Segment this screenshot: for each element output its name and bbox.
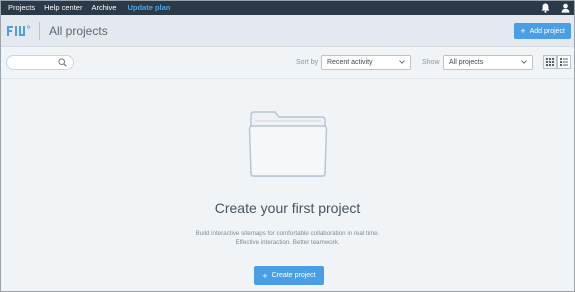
sort-select-value: Recent activity	[327, 59, 373, 66]
show-select-value: All projects	[449, 59, 484, 66]
plus-icon: +	[520, 26, 526, 36]
show-select[interactable]: All projects	[443, 55, 533, 70]
nav-right-group	[535, 0, 575, 15]
list-view-button[interactable]	[557, 55, 571, 69]
user-icon[interactable]	[555, 0, 575, 15]
top-nav: Projects Help center Archive Update plan	[0, 0, 575, 15]
nav-item-archive[interactable]: Archive	[91, 0, 116, 15]
nav-item-projects[interactable]: Projects	[8, 0, 35, 15]
empty-state-description: Build interactive sitemaps for comfortab…	[0, 229, 575, 247]
empty-state-title: Create your first project	[214, 200, 361, 216]
sort-select[interactable]: Recent activity	[321, 55, 411, 70]
bell-icon[interactable]	[535, 0, 555, 15]
logo-divider	[39, 21, 40, 40]
toolbar: Sort by Recent activity Show All project…	[0, 47, 575, 79]
chevron-down-icon	[399, 60, 405, 64]
add-project-button[interactable]: + Add project	[514, 23, 571, 39]
empty-state-description-line-1: Build interactive sitemaps for comfortab…	[195, 230, 380, 237]
empty-state-description-line-2: Effective interaction. Better teamwork.	[235, 239, 340, 246]
flowmapp-logo-icon[interactable]	[7, 24, 31, 38]
grid-view-icon	[546, 58, 554, 66]
page-title: All projects	[49, 23, 108, 38]
show-label: Show	[422, 59, 440, 66]
nav-item-help-center[interactable]: Help center	[44, 0, 82, 15]
page-header: All projects + Add project	[0, 15, 575, 47]
sort-by-label: Sort by	[296, 59, 319, 66]
folder-icon	[248, 111, 328, 177]
plus-icon: +	[262, 270, 268, 281]
search-box	[6, 55, 74, 74]
search-icon[interactable]	[58, 58, 67, 67]
create-project-button[interactable]: + Create project	[254, 266, 324, 285]
list-view-icon	[560, 58, 568, 66]
update-plan-link[interactable]: Update plan	[127, 0, 170, 15]
create-project-label: Create project	[271, 272, 316, 279]
chevron-down-icon	[521, 60, 527, 64]
grid-view-button[interactable]	[543, 55, 557, 69]
add-project-label: Add project	[529, 27, 565, 35]
search-input[interactable]	[7, 61, 59, 74]
